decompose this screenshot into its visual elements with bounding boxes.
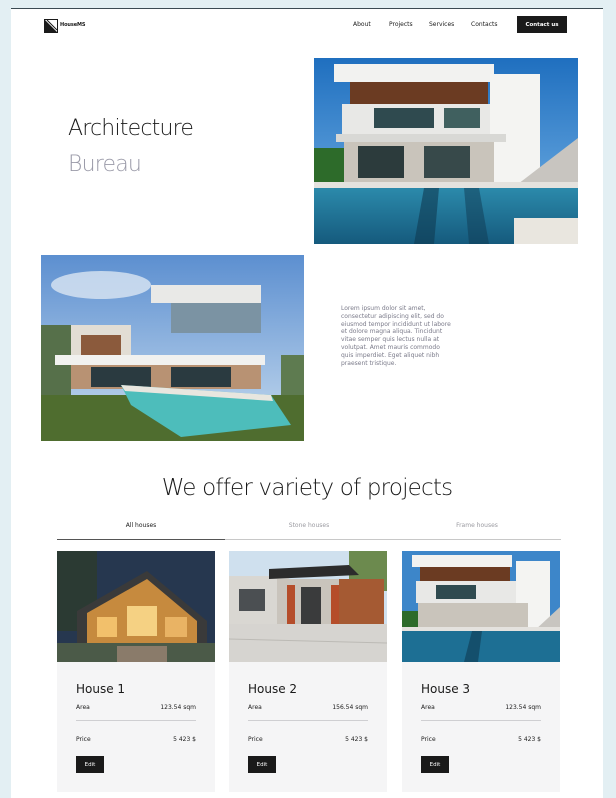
- divider: [248, 720, 368, 721]
- house-name: House 1: [76, 682, 126, 696]
- area-value: 156.54 sqm: [332, 704, 368, 711]
- price-value: 5 423 $: [345, 736, 368, 743]
- house-photo: [402, 551, 560, 662]
- house-card[interactable]: House 2 Area 156.54 sqm Price 5 423 $ Ed…: [229, 551, 387, 792]
- price-label: Price: [421, 736, 436, 743]
- hero-house-photo: [314, 58, 578, 244]
- contact-us-button[interactable]: Contact us: [517, 16, 567, 33]
- house-card[interactable]: House 3 Area 123.54 sqm Price 5 423 $ Ed…: [402, 551, 560, 792]
- area-row: Area 123.54 sqm: [421, 704, 541, 711]
- page: HouseMS About Projects Services Contacts…: [11, 8, 603, 798]
- price-row: Price 5 423 $: [421, 736, 541, 743]
- house-card[interactable]: House 1 Area 123.54 sqm Price 5 423 $ Ed…: [57, 551, 215, 792]
- house-name: House 3: [421, 682, 471, 696]
- price-label: Price: [76, 736, 91, 743]
- edit-button[interactable]: Edit: [76, 756, 104, 773]
- nav-services[interactable]: Services: [429, 21, 454, 28]
- price-row: Price 5 423 $: [248, 736, 368, 743]
- area-value: 123.54 sqm: [160, 704, 196, 711]
- logo-text: HouseMS: [60, 22, 86, 28]
- nav-about[interactable]: About: [353, 21, 371, 28]
- active-tab-indicator: [57, 539, 225, 540]
- area-row: Area 123.54 sqm: [76, 704, 196, 711]
- tab-all-houses[interactable]: All houses: [57, 522, 225, 529]
- price-value: 5 423 $: [518, 736, 541, 743]
- house-photo: [229, 551, 387, 662]
- hero-subtitle: Bureau: [68, 152, 142, 177]
- tab-stone-houses[interactable]: Stone houses: [225, 522, 393, 529]
- price-label: Price: [248, 736, 263, 743]
- edit-button[interactable]: Edit: [248, 756, 276, 773]
- projects-title: We offer variety of projects: [161, 475, 453, 501]
- tab-frame-houses[interactable]: Frame houses: [393, 522, 561, 529]
- villa-photo: [41, 255, 304, 441]
- area-label: Area: [76, 704, 90, 711]
- divider: [76, 720, 196, 721]
- nav-projects[interactable]: Projects: [389, 21, 413, 28]
- price-row: Price 5 423 $: [76, 736, 196, 743]
- divider: [421, 720, 541, 721]
- area-row: Area 156.54 sqm: [248, 704, 368, 711]
- about-paragraph: Lorem ipsum dolor sit amet, consectetur …: [341, 305, 451, 367]
- area-label: Area: [248, 704, 262, 711]
- logo-icon: [44, 18, 58, 33]
- area-value: 123.54 sqm: [505, 704, 541, 711]
- house-photo: [57, 551, 215, 662]
- house-name: House 2: [248, 682, 298, 696]
- project-tabs: All houses Stone houses Frame houses: [57, 520, 561, 540]
- price-value: 5 423 $: [173, 736, 196, 743]
- hero-title: Architecture: [68, 116, 194, 141]
- edit-button[interactable]: Edit: [421, 756, 449, 773]
- nav-contacts[interactable]: Contacts: [471, 21, 497, 28]
- area-label: Area: [421, 704, 435, 711]
- logo[interactable]: HouseMS: [44, 18, 86, 33]
